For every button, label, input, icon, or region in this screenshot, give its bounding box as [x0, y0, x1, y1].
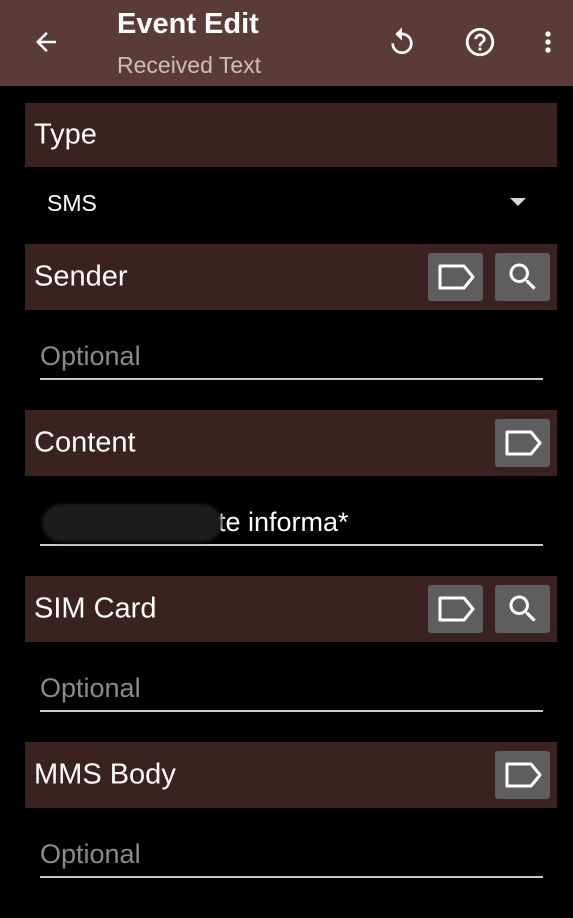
- back-button[interactable]: [26, 22, 66, 62]
- sender-input[interactable]: Optional: [40, 338, 543, 380]
- sender-variable-button[interactable]: [428, 253, 483, 301]
- label-tag-icon: [438, 264, 474, 290]
- sim-card-variable-button[interactable]: [428, 585, 483, 633]
- sim-card-input[interactable]: Optional: [40, 670, 543, 712]
- dropdown-arrow-icon[interactable]: [510, 198, 526, 206]
- sender-search-button[interactable]: [495, 253, 550, 301]
- content-label: Content: [34, 426, 136, 459]
- sim-card-header: SIM Card: [25, 576, 557, 642]
- type-select-value[interactable]: SMS: [47, 190, 97, 217]
- sender-placeholder: Optional: [40, 341, 141, 371]
- reset-icon: [391, 27, 413, 54]
- type-header: Type: [25, 103, 557, 167]
- page-title: Event Edit: [117, 8, 259, 40]
- search-icon: [509, 263, 536, 290]
- help-button[interactable]: [458, 20, 502, 64]
- mms-body-placeholder: Optional: [40, 839, 141, 869]
- reset-button[interactable]: [380, 20, 424, 64]
- mms-body-input[interactable]: Optional: [40, 836, 543, 878]
- content-variable-button[interactable]: [495, 419, 550, 467]
- arrow-back-icon: [36, 32, 56, 52]
- sim-card-search-button[interactable]: [495, 585, 550, 633]
- help-icon: [465, 27, 495, 57]
- mms-body-header: MMS Body: [25, 742, 557, 808]
- page-subtitle: Received Text: [117, 52, 262, 78]
- content-header: Content: [25, 410, 557, 476]
- label-tag-icon: [438, 596, 474, 622]
- more-vert-icon: [545, 31, 551, 53]
- sender-label: Sender: [34, 260, 128, 293]
- app-bar: Event Edit Received Text: [0, 0, 573, 86]
- label-tag-icon: [505, 762, 541, 788]
- type-label: Type: [34, 118, 97, 151]
- redacted-text: [42, 504, 222, 542]
- overflow-menu-button[interactable]: [526, 20, 570, 64]
- sim-card-placeholder: Optional: [40, 673, 141, 703]
- content-value: te informa*: [218, 507, 349, 537]
- sender-header: Sender: [25, 244, 557, 310]
- label-tag-icon: [505, 430, 541, 456]
- mms-body-label: MMS Body: [34, 758, 176, 791]
- search-icon: [509, 595, 536, 622]
- mms-body-variable-button[interactable]: [495, 751, 550, 799]
- sim-card-label: SIM Card: [34, 592, 157, 625]
